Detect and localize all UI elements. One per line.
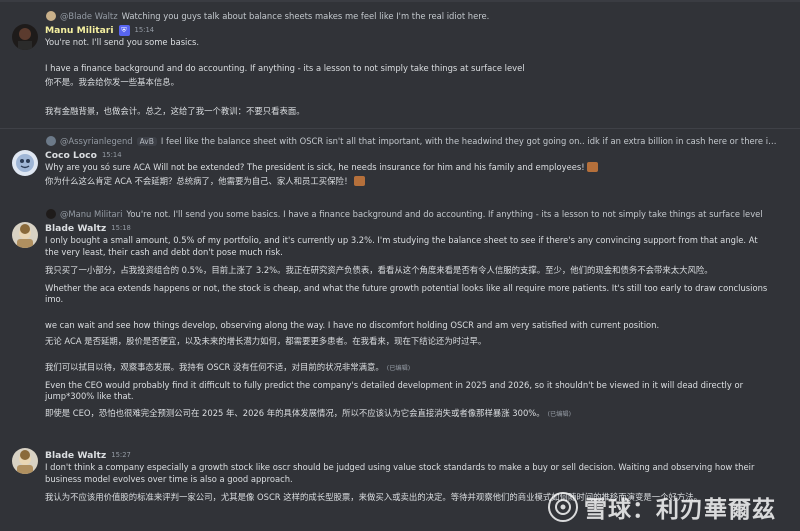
bear-emoji-icon [354, 175, 366, 186]
reply-snippet[interactable]: Watching you guys talk about balance she… [122, 11, 490, 21]
reply-reference[interactable]: @Assyrianlegend AvB I feel like the bala… [46, 134, 780, 148]
timestamp[interactable]: 15:18 [111, 224, 131, 232]
reply-avatar [46, 136, 56, 146]
avatar[interactable] [12, 222, 38, 248]
message-paragraph: 我只买了一小部分，占我投资组合的 0.5%，目前上涨了 3.2%。我正在研究资产… [45, 264, 713, 275]
reply-reference[interactable]: @Manu Militari You're not. I'll send you… [46, 207, 763, 221]
message-header: Blade Waltz 15:18 [45, 221, 131, 235]
edited-label: (已编辑) [386, 364, 411, 372]
message-line: 你为什么这么肯定 ACA 不会延期？总统病了，他需要为自己、家人和员工买保险！ [45, 175, 353, 186]
message-divider [0, 128, 800, 129]
reply-avatar [46, 209, 56, 219]
message-header: Blade Waltz 15:27 [45, 448, 131, 462]
message-header: Manu Militari ⛨ 15:14 [45, 23, 154, 37]
shield-icon[interactable]: ⛨ [118, 24, 130, 36]
message-paragraph: Even the CEO would probably find it diff… [45, 379, 744, 402]
message-paragraph: I only bought a small amount, 0.5% of my… [45, 235, 758, 257]
timestamp[interactable]: 15:14 [135, 26, 155, 34]
message-paragraph: 我们可以拭目以待，观察事态发展。我持有 OSCR 没有任何不适，对目前的状况非常… [45, 361, 384, 372]
message-line: 你不是。我会给你发一些基本信息。 [45, 77, 179, 88]
message-paragraph: we can wait and see how things develop, … [45, 320, 660, 331]
message-blade-waltz[interactable]: @Manu Militari You're not. I'll send you… [0, 206, 800, 436]
message-line: Why are you só sure ACA Will not be exte… [45, 162, 585, 172]
avatar[interactable] [12, 150, 38, 176]
message-line: I don't think a company especially a gro… [45, 462, 755, 484]
avatar[interactable] [12, 24, 38, 50]
snowball-logo-icon [548, 492, 578, 522]
message-header: Coco Loco 15:14 [45, 148, 122, 162]
message-paragraph: 无论 ACA 是否延期，股价是否便宜，以及未来的增长潜力如何，都需要更多患者。在… [45, 335, 487, 346]
reply-author[interactable]: @Blade Waltz [60, 11, 118, 21]
message-content: I only bought a small amount, 0.5% of my… [45, 235, 773, 421]
reply-reference[interactable]: @Blade Waltz Watching you guys talk abou… [46, 9, 489, 23]
bear-emoji-icon [586, 162, 598, 172]
timestamp[interactable]: 15:27 [111, 451, 131, 459]
watermark-text: 雪球：利刃華爾茲 [584, 497, 776, 523]
username[interactable]: Manu Militari [45, 25, 114, 36]
server-tag: AvB [136, 136, 157, 146]
reply-snippet[interactable]: You're not. I'll send you some basics. I… [126, 209, 762, 219]
message-paragraph: 即使是 CEO，恐怕也很难完全预测公司在 2025 年、2026 年的具体发展情… [45, 408, 545, 419]
avatar[interactable] [12, 448, 38, 474]
message-manu-militari[interactable]: @Blade Waltz Watching you guys talk abou… [0, 0, 800, 122]
message-content: You're not. I'll send you some basics. I… [45, 37, 773, 118]
message-coco-loco[interactable]: @Assyrianlegend AvB I feel like the bala… [0, 130, 800, 196]
message-content: Why are you só sure ACA Will not be exte… [45, 162, 773, 188]
username[interactable]: Blade Waltz [45, 450, 106, 461]
message-line: 我有金融背景，也做会计。总之，这给了我一个教训：不要只看表面。 [45, 105, 305, 116]
reply-snippet[interactable]: I feel like the balance sheet with OSCR … [161, 136, 780, 146]
message-paragraph: Whether the aca extends happens or not, … [45, 282, 768, 305]
reply-author[interactable]: @Assyrianlegend [60, 136, 133, 146]
username[interactable]: Coco Loco [45, 150, 97, 161]
message-line: You're not. I'll send you some basics. [45, 37, 200, 47]
message-line: I have a finance background and do accou… [45, 62, 525, 73]
reply-author[interactable]: @Manu Militari [60, 209, 122, 219]
watermark: 雪球：利刃華爾茲 [548, 490, 776, 524]
reply-avatar [46, 11, 56, 21]
edited-label: (已编辑) [547, 411, 571, 419]
timestamp[interactable]: 15:14 [102, 151, 122, 159]
username[interactable]: Blade Waltz [45, 223, 106, 234]
